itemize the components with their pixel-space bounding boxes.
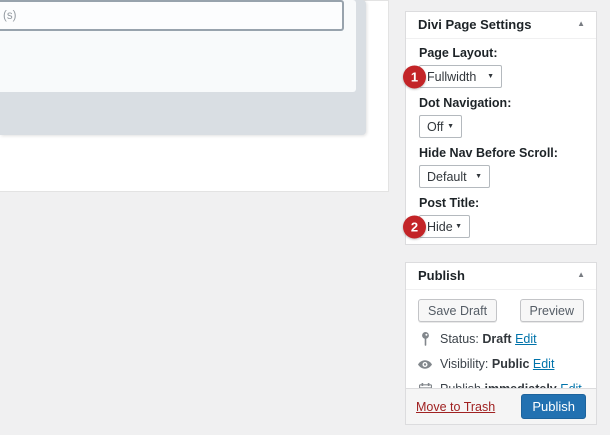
status-value: Draft [482,332,511,346]
chevron-down-icon: ▼ [447,123,454,130]
divi-page-settings-panel: Divi Page Settings ▲ Page Layout: 1 Full… [405,11,597,245]
page-layout-select[interactable]: 1 Fullwidth ▼ [419,65,502,88]
annotation-marker-2: 2 [403,215,426,238]
hide-nav-before-scroll-select[interactable]: Default ▼ [419,165,490,188]
edit-status-link[interactable]: Edit [515,332,537,346]
visibility-value: Public [492,357,530,371]
dot-navigation-select[interactable]: Off ▼ [419,115,462,138]
preview-button[interactable]: Preview [520,299,584,322]
module-setting-input[interactable] [0,0,344,31]
field-dot-navigation: Dot Navigation: Off ▼ [419,96,583,138]
publish-button[interactable]: Publish [521,394,586,419]
settings-panel-body: Page Layout: 1 Fullwidth ▼ Dot Navigatio… [406,39,596,238]
publish-buttons-row: Save Draft Preview [418,299,584,322]
eye-icon [418,360,432,369]
field-hide-nav-before-scroll: Hide Nav Before Scroll: Default ▼ [419,146,583,188]
chevron-down-icon: ▼ [455,223,462,230]
select-value: Fullwidth [427,70,476,84]
collapse-panel-icon[interactable]: ▲ [577,19,585,28]
visibility-label: Visibility: [440,357,488,371]
field-page-layout: Page Layout: 1 Fullwidth ▼ [419,46,583,88]
save-draft-button[interactable]: Save Draft [418,299,497,322]
major-publishing-actions: Move to Trash Publish [406,388,596,424]
move-to-trash-link[interactable]: Move to Trash [416,400,495,414]
panel-title: Publish [418,268,465,283]
page-layout-label: Page Layout: [419,46,583,61]
field-post-title: Post Title: 2 Hide ▼ [419,196,583,238]
visibility-text: Visibility: Public Edit [440,357,554,371]
wordpress-editor-screen: ↑↓ ↺ ↻ [0,0,610,435]
status-row: Status: Draft Edit [418,332,584,346]
status-text: Status: Draft Edit [440,332,537,346]
select-value: Off [427,120,443,134]
dot-navigation-label: Dot Navigation: [419,96,583,111]
post-title-select[interactable]: 2 Hide ▼ [419,215,470,238]
annotation-marker-1: 1 [403,65,426,88]
select-value: Default [427,170,467,184]
collapse-panel-icon[interactable]: ▲ [577,270,585,279]
publish-panel-body: Save Draft Preview Status: Draft Edit [406,290,596,396]
publish-panel-header[interactable]: Publish ▲ [406,263,596,290]
visibility-row: Visibility: Public Edit [418,357,584,371]
divi-page-settings-header[interactable]: Divi Page Settings ▲ [406,12,596,39]
status-label: Status: [440,332,479,346]
pin-icon [418,332,432,346]
chevron-down-icon: ▼ [475,173,482,180]
post-title-label: Post Title: [419,196,583,211]
chevron-down-icon: ▼ [487,73,494,80]
panel-title: Divi Page Settings [418,17,531,32]
select-value: Hide [427,220,453,234]
hide-nav-before-scroll-label: Hide Nav Before Scroll: [419,146,583,161]
edit-visibility-link[interactable]: Edit [533,357,555,371]
publish-panel: Publish ▲ Save Draft Preview Status: Dra… [405,262,597,425]
